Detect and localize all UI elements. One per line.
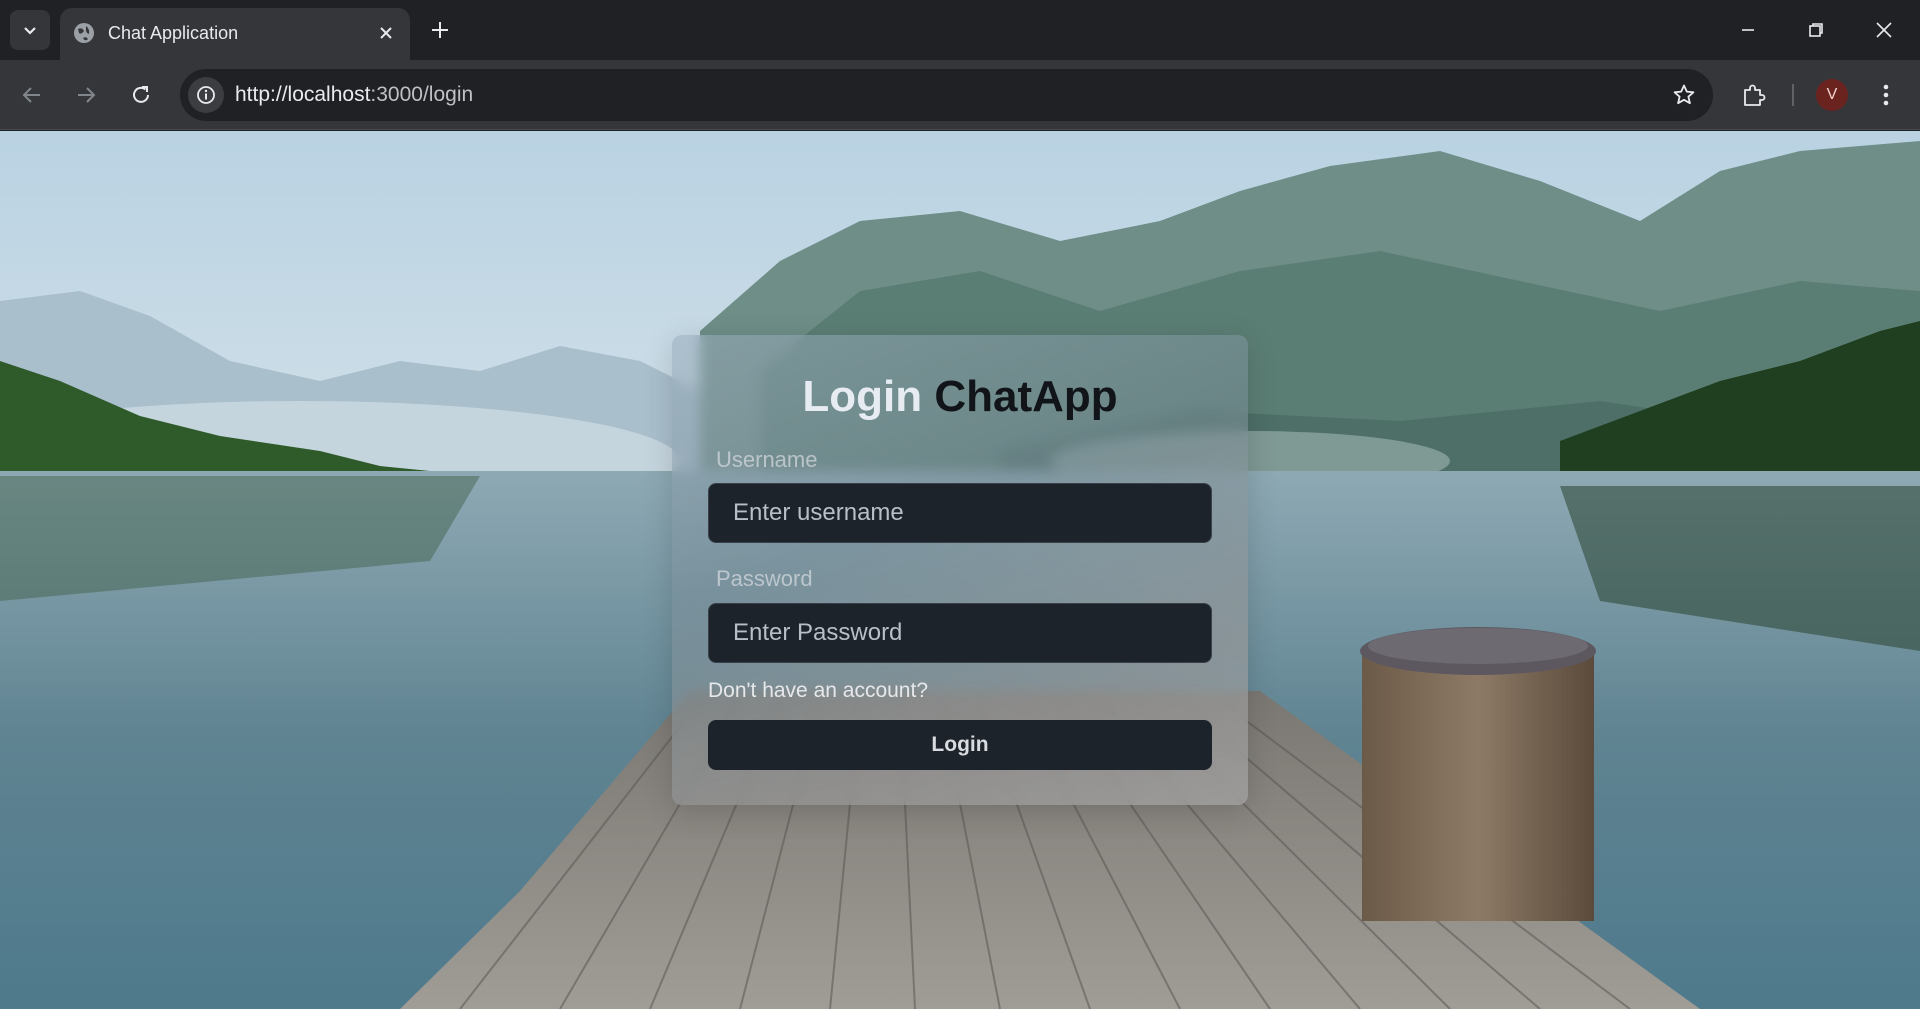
forward-icon[interactable] — [66, 75, 106, 115]
browser-toolbar: http://localhost:3000/login V — [0, 60, 1920, 130]
login-button[interactable]: Login — [708, 720, 1212, 770]
page-title: Login ChatApp — [672, 371, 1248, 423]
active-tab[interactable]: Chat Application — [60, 8, 410, 60]
plus-icon[interactable] — [424, 14, 456, 46]
info-icon[interactable] — [188, 77, 224, 113]
username-input[interactable] — [708, 483, 1212, 543]
kebab-menu-icon[interactable] — [1872, 77, 1900, 113]
reload-icon[interactable] — [121, 75, 161, 115]
login-card: Login ChatApp Username Password Don't ha… — [672, 335, 1248, 805]
password-label: Password — [716, 566, 813, 591]
profile-avatar[interactable]: V — [1816, 79, 1848, 111]
tab-search-icon[interactable] — [10, 10, 50, 50]
address-bar[interactable]: http://localhost:3000/login — [180, 69, 1713, 121]
title-app-name: ChatApp — [934, 372, 1118, 421]
signup-link[interactable]: Don't have an account? — [708, 679, 928, 703]
tab-title: Chat Application — [108, 23, 239, 43]
url-text[interactable]: http://localhost:3000/login — [235, 83, 473, 107]
toolbar-divider — [1792, 84, 1794, 106]
title-login: Login — [802, 372, 923, 421]
username-label: Username — [716, 447, 818, 472]
back-icon[interactable] — [12, 75, 52, 115]
page-viewport: Login ChatApp Username Password Don't ha… — [0, 131, 1920, 1009]
close-icon[interactable] — [372, 19, 400, 47]
password-input[interactable] — [708, 603, 1212, 663]
restore-icon[interactable] — [1792, 10, 1840, 50]
minimize-icon[interactable] — [1724, 10, 1772, 50]
url-path: :3000/login — [370, 83, 474, 106]
url-host: http://localhost — [235, 83, 371, 106]
extensions-icon[interactable] — [1735, 77, 1771, 113]
globe-icon — [72, 21, 96, 45]
tab-strip: Chat Application — [0, 0, 1920, 60]
star-icon[interactable] — [1669, 80, 1699, 110]
window-close-icon[interactable] — [1860, 10, 1908, 50]
